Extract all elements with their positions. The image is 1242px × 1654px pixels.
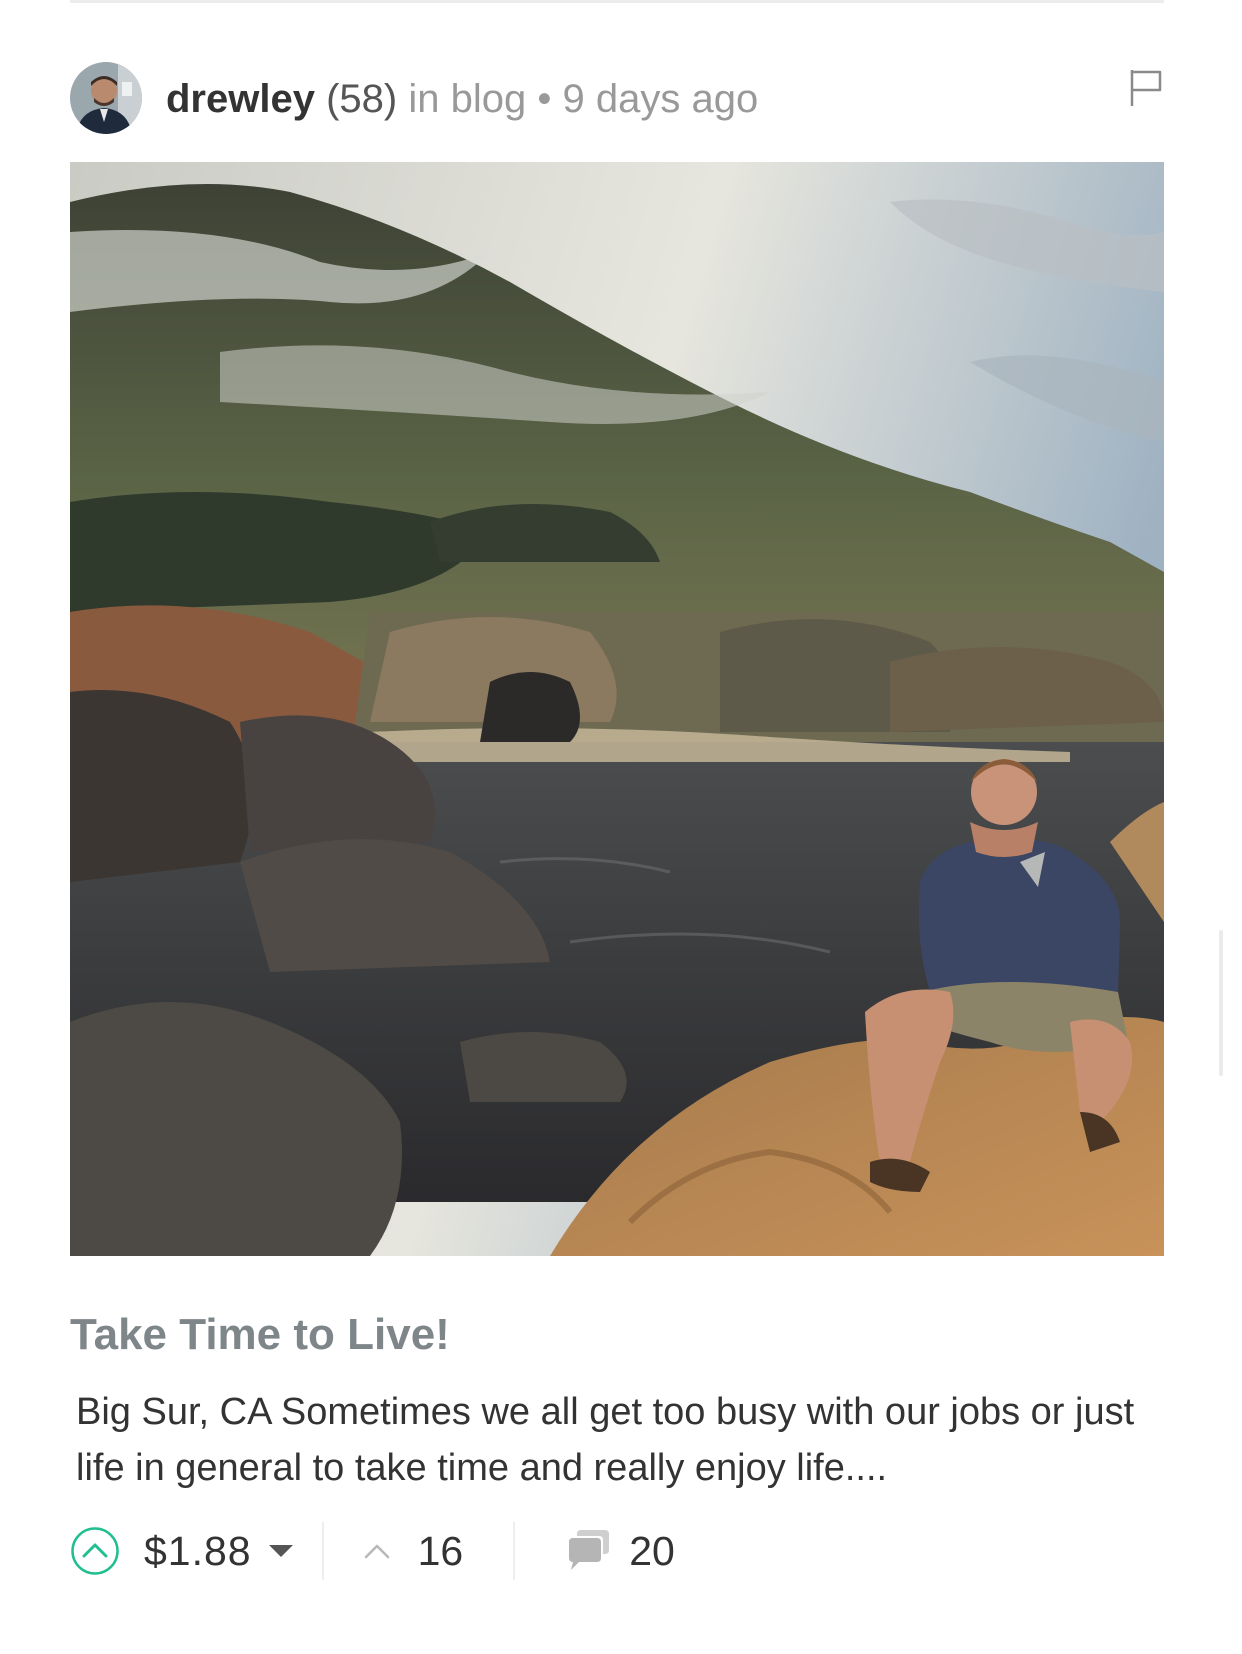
author-line: drewley (58) in blog • 9 days ago (166, 63, 758, 135)
caret-down-icon[interactable] (268, 1544, 294, 1558)
upvote-circle-icon[interactable] (70, 1526, 120, 1576)
author-reputation: (58) (326, 77, 398, 121)
scrollbar[interactable] (1219, 930, 1223, 1076)
flag-icon[interactable] (1128, 68, 1164, 108)
payout-value[interactable]: $1.88 (144, 1528, 252, 1575)
author-avatar[interactable] (70, 62, 142, 134)
comments-count[interactable]: 20 (629, 1528, 675, 1575)
post-card: drewley (58) in blog • 9 days ago Take T… (70, 62, 1164, 1580)
post-header: drewley (58) in blog • 9 days ago (70, 62, 1164, 134)
post-footer: $1.88 16 20 (70, 1522, 1164, 1580)
top-divider (70, 0, 1164, 3)
votes-count[interactable]: 16 (418, 1528, 464, 1575)
author-name[interactable]: drewley (166, 77, 315, 121)
comments-icon[interactable] (567, 1530, 611, 1572)
post-category[interactable]: in blog (408, 77, 526, 121)
post-summary[interactable]: Big Sur, CA Sometimes we all get too bus… (76, 1384, 1166, 1496)
chevron-up-icon[interactable] (364, 1543, 390, 1559)
footer-divider (321, 1522, 324, 1580)
post-image[interactable] (70, 162, 1164, 1256)
post-title[interactable]: Take Time to Live! (70, 1308, 1164, 1362)
footer-divider (513, 1522, 516, 1580)
post-timestamp[interactable]: 9 days ago (563, 77, 759, 121)
meta-separator: • (537, 77, 552, 121)
